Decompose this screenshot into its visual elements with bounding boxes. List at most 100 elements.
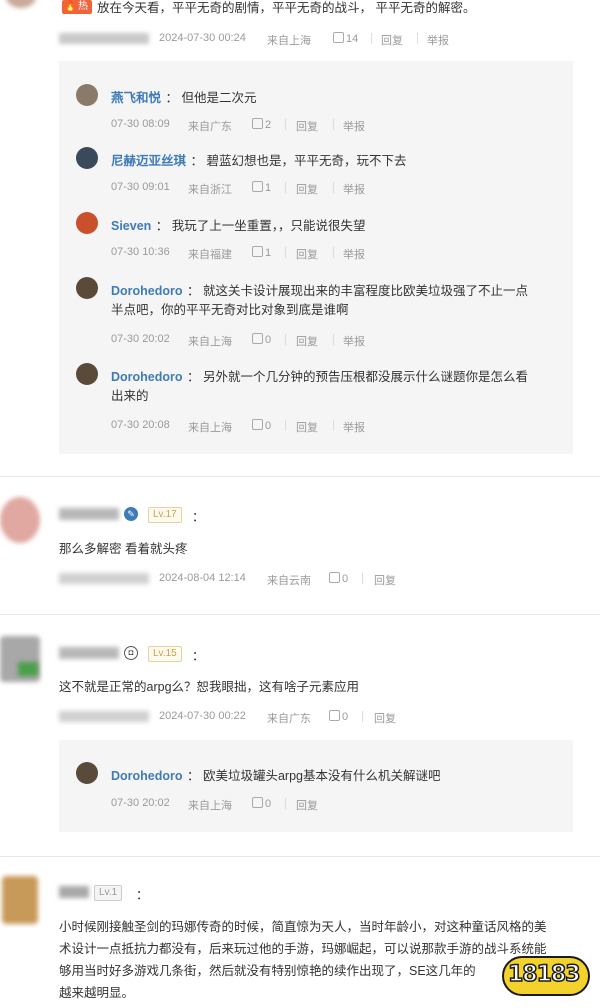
reply-button[interactable]: 回复 [296,118,318,134]
reply-button[interactable]: 回复 [296,181,318,197]
like-button[interactable]: 0 [252,797,271,810]
reply-button[interactable]: 回复 [296,419,318,435]
username-blurred[interactable] [59,508,119,520]
site-watermark-logo: 18183 [496,952,596,1002]
reply-button[interactable]: 回复 [296,333,318,349]
comment-date: 2024-08-04 12:14 [159,572,246,584]
reply-location: 来自广东 [188,121,232,133]
reply-text: 另外就一个几分钟的预告压根都没展示什么谜题你是怎么看 [202,370,528,384]
reply-meta: 07-30 20:02 来自上海 0 回复 [111,797,411,813]
reply-list: 燕飞和悦 ： 但他是二次元 07-30 08:09 来自广东 2 回复 举报 尼… [59,61,573,454]
avatar[interactable] [0,497,40,543]
comment-date: 2024-07-30 00:24 [159,32,246,44]
hot-icon: 🔥 [64,1,77,12]
comment-text: 放在今天看，平平无奇的剧情，平平无奇的战斗， 平平无奇的解密。 [97,1,476,15]
like-button[interactable]: 14 [333,32,358,45]
thumbs-up-icon [252,333,263,344]
like-button[interactable]: 0 [252,419,271,432]
username-blurred[interactable] [59,886,89,898]
thumbs-up-icon [329,572,340,583]
report-button[interactable]: 举报 [343,419,365,435]
comment-text: 术设计一点抵抗力都没有，后来玩过他的手游，玛娜崛起，可以说那款手游的战斗系统能 [59,942,547,956]
report-button[interactable]: 举报 [343,246,365,262]
watermark-text: 18183 [507,961,581,988]
reply-avatar[interactable] [76,212,98,234]
like-button[interactable]: 1 [252,246,271,259]
reply-text: 欧美垃圾罐头arpg基本没有什么机关解谜吧 [202,769,441,783]
hot-badge: 🔥 热 [62,0,92,14]
verified-badge-icon: ✎ [124,507,138,521]
reply-date: 07-30 10:36 [111,246,170,258]
comment-meta: 2024-08-04 12:14 来自云南 0 回复 [59,572,479,588]
reply-location: 来自上海 [188,800,232,812]
avatar[interactable] [2,876,38,924]
reply-text-continued: 出来的 [111,389,149,403]
comment-text: 够用当时好多游戏几条街，然后就没有特别惊艳的续作出现了，SE这几年的 [59,964,476,978]
reply-text-continued: 半点吧，你的平平无奇对比对象到底是谁啊 [111,303,349,317]
report-button[interactable]: 举报 [343,333,365,349]
reply-text: 碧蓝幻想也是，平平无奇，玩不下去 [206,154,407,168]
like-button[interactable]: 2 [252,118,271,131]
like-button[interactable]: 0 [329,572,348,585]
reply-author[interactable]: 燕飞和悦 [111,91,161,105]
comment-divider [0,856,600,857]
comment-meta: 2024-07-30 00:22 来自广东 0 回复 [59,710,479,726]
reply-button[interactable]: 回复 [374,572,396,588]
reply-author[interactable]: Dorohedoro [111,284,183,298]
like-button[interactable]: 0 [329,710,348,723]
avatar-accent [18,662,38,676]
comment-location: 来自上海 [267,35,311,47]
thumbs-up-icon [252,419,263,430]
username-blurred[interactable] [59,33,149,44]
reply-button[interactable]: 回复 [296,797,318,813]
reply-date: 07-30 20:08 [111,419,170,431]
reply-button[interactable]: 回复 [296,246,318,262]
reply-location: 来自上海 [188,336,232,348]
comment-location: 来自云南 [267,575,311,587]
reply-text: 我玩了上一坐重置，，只能说很失望 [171,219,366,233]
level-badge: Lv.17 [148,507,182,523]
reply-author[interactable]: 尼赫迈亚丝琪 [111,154,186,168]
reply-meta: 07-30 10:36 来自福建 1 回复 举报 [111,246,531,262]
comment-divider [0,476,600,477]
reply-date: 07-30 09:01 [111,181,170,193]
reply-location: 来自浙江 [188,184,232,196]
meta-blurred [59,573,149,584]
report-button[interactable]: 举报 [343,181,365,197]
comment-text: 那么多解密 看着就头疼 [59,542,188,556]
level-badge: Lv.1 [94,885,123,901]
comment-divider [0,614,600,615]
reply-meta: 07-30 20:08 来自上海 0 回复 举报 [111,419,531,435]
hot-badge-label: 热 [78,1,88,12]
reply-date: 07-30 08:09 [111,118,170,130]
thumbs-up-icon [252,246,263,257]
reply-author[interactable]: Dorohedoro [111,370,183,384]
shield-badge-icon: ◘ [124,646,138,660]
avatar[interactable] [6,0,36,8]
reply-avatar[interactable] [76,277,98,299]
username-blurred[interactable] [59,647,119,659]
comment-text: 小时候刚接触圣剑的玛娜传奇的时候，简直惊为天人，当时年龄小，对这种童话风格的美 [59,920,547,934]
report-button[interactable]: 举报 [343,118,365,134]
thumbs-up-icon [329,710,340,721]
comment-text: 这不就是正常的arpg么？恕我眼拙，这有啥子元素应用 [59,680,360,694]
reply-avatar[interactable] [76,147,98,169]
reply-date: 07-30 20:02 [111,333,170,345]
report-button[interactable]: 举报 [427,32,449,48]
reply-button[interactable]: 回复 [381,32,403,48]
reply-author[interactable]: Dorohedoro [111,769,183,783]
reply-text: 但他是二次元 [181,91,257,105]
reply-avatar[interactable] [76,363,98,385]
thumbs-up-icon [333,32,344,43]
thumbs-up-icon [252,797,263,808]
meta-blurred [59,711,149,722]
reply-location: 来自上海 [188,422,232,434]
like-button[interactable]: 0 [252,333,271,346]
reply-author[interactable]: Sieven [111,219,151,233]
reply-avatar[interactable] [76,762,98,784]
reply-avatar[interactable] [76,84,98,106]
reply-button[interactable]: 回复 [374,710,396,726]
like-button[interactable]: 1 [252,181,271,194]
reply-date: 07-30 20:02 [111,797,170,809]
comment-date: 2024-07-30 00:22 [159,710,246,722]
